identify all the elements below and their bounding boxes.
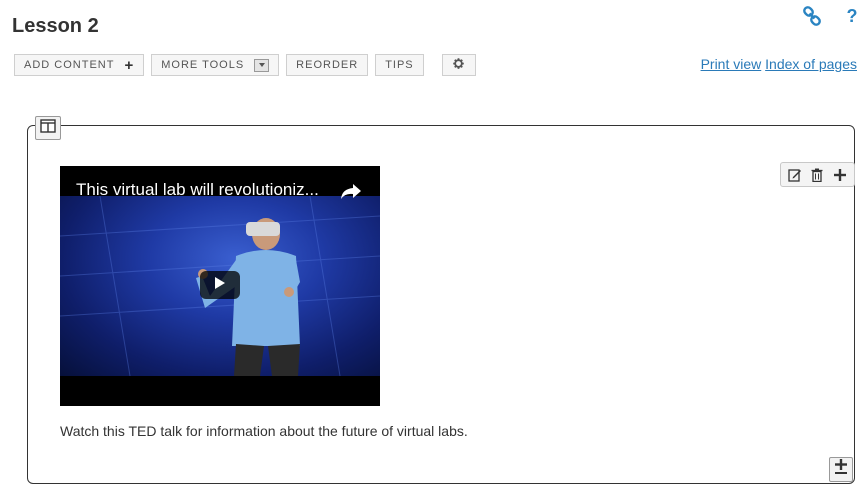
tips-button[interactable]: TIPS [375,54,424,76]
edit-icon[interactable] [785,165,805,185]
play-button[interactable] [200,271,240,299]
plus-icon: + [124,56,135,74]
video-embed[interactable]: This virtual lab will revolutioniz... [60,166,380,406]
toolbar: ADD CONTENT + MORE TOOLS REORDER TIPS [14,54,476,76]
page-links: Print view Index of pages [701,56,857,72]
index-of-pages-link[interactable]: Index of pages [765,56,857,72]
add-section-button[interactable] [829,457,853,482]
delete-icon[interactable] [807,165,827,185]
page-title: Lesson 2 [12,15,99,37]
layout-button[interactable] [35,116,61,140]
video-caption: Watch this TED talk for information abou… [60,423,468,439]
play-icon [214,276,226,295]
tips-label: TIPS [385,59,414,71]
share-icon[interactable] [340,182,362,205]
print-view-link[interactable]: Print view [701,56,762,72]
help-icon[interactable]: ? [842,6,862,26]
link-icon[interactable] [802,6,822,26]
add-content-button[interactable]: ADD CONTENT + [14,54,145,76]
add-item-icon[interactable] [830,165,850,185]
top-right-icons: ? [802,6,862,26]
columns-layout-icon [40,118,56,138]
reorder-label: REORDER [296,59,359,71]
dropdown-arrow-icon [254,58,270,72]
add-plus-icon [834,459,848,480]
settings-button[interactable] [441,54,476,76]
gear-icon [452,57,465,73]
more-tools-label: MORE TOOLS [161,59,245,71]
item-tools [780,162,855,187]
video-title: This virtual lab will revolutioniz... [76,180,319,199]
add-content-label: ADD CONTENT [24,59,115,71]
more-tools-button[interactable]: MORE TOOLS [151,54,280,76]
reorder-button[interactable]: REORDER [286,54,369,76]
